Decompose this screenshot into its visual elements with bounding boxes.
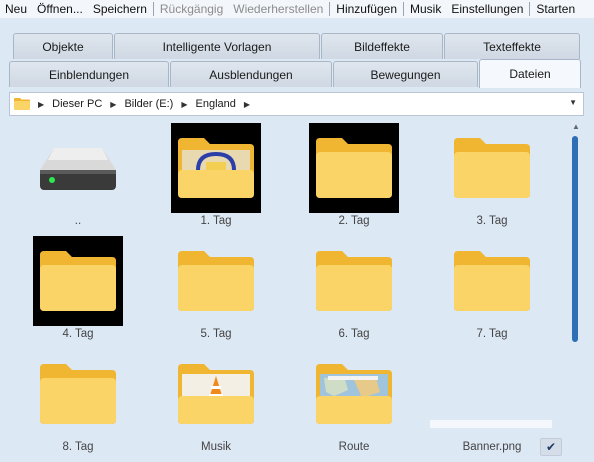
menu-add[interactable]: Hinzufügen <box>331 0 402 18</box>
file-label: Banner.png <box>462 441 522 453</box>
menu-undo[interactable]: Rückgängig <box>155 0 228 18</box>
tab-bewegungen[interactable]: Bewegungen <box>333 61 478 87</box>
file-item-2-tag[interactable]: 2. Tag <box>293 118 413 230</box>
file-item-3-tag[interactable]: 3. Tag <box>431 118 551 230</box>
tab-intelligente-vorlagen[interactable]: Intelligente Vorlagen <box>114 33 320 59</box>
folder-icon <box>171 236 261 326</box>
file-label: 1. Tag <box>200 215 232 227</box>
file-label: 4. Tag <box>62 328 94 340</box>
file-item-8-tag[interactable]: 8. Tag <box>17 344 137 456</box>
folder-icon <box>33 349 123 439</box>
folder-icon <box>14 98 30 110</box>
menu-settings[interactable]: Einstellungen <box>446 0 528 18</box>
file-label: Route <box>338 441 370 453</box>
menu-separator <box>329 2 331 16</box>
folder-vlc-icon <box>171 349 261 439</box>
file-item-route[interactable]: Route <box>293 344 413 456</box>
file-item-banner[interactable]: Banner.png <box>431 344 551 456</box>
scrollbar-thumb[interactable] <box>572 136 578 342</box>
breadcrumb-arrow-icon[interactable]: ▶ <box>244 100 250 109</box>
menu-bar: Neu Öffnen... Speichern Rückgängig Wiede… <box>0 0 594 18</box>
file-label: 2. Tag <box>338 215 370 227</box>
menu-new[interactable]: Neu <box>0 0 32 18</box>
breadcrumb-arrow-icon[interactable]: ▶ <box>110 100 116 109</box>
tab-texteffekte[interactable]: Texteffekte <box>444 33 580 59</box>
menu-redo[interactable]: Wiederherstellen <box>228 0 328 18</box>
breadcrumb-arrow-icon[interactable]: ▶ <box>38 100 44 109</box>
file-item-7-tag[interactable]: 7. Tag <box>431 231 551 343</box>
file-item-4-tag[interactable]: 4. Tag <box>17 231 137 343</box>
file-item-parent[interactable]: .. <box>17 118 137 230</box>
tab-objekte[interactable]: Objekte <box>13 33 113 59</box>
menu-save[interactable]: Speichern <box>88 0 152 18</box>
folder-icon <box>309 123 399 213</box>
breadcrumb-this-pc[interactable]: Dieser PC <box>52 98 102 110</box>
breadcrumb-arrow-icon[interactable]: ▶ <box>181 100 187 109</box>
file-label: 6. Tag <box>338 328 370 340</box>
file-label: 3. Tag <box>476 215 508 227</box>
vertical-scrollbar[interactable]: ▲ <box>568 118 584 462</box>
folder-icon <box>309 236 399 326</box>
tab-dateien[interactable]: Dateien <box>479 59 581 88</box>
menu-start[interactable]: Starten <box>531 0 580 18</box>
folder-icon <box>171 123 261 213</box>
chevron-down-icon[interactable]: ▼ <box>569 98 577 107</box>
folder-icon <box>447 236 537 326</box>
folder-map-icon <box>309 349 399 439</box>
select-checkbox[interactable]: ✔ <box>540 438 562 456</box>
breadcrumb-pictures-drive[interactable]: Bilder (E:) <box>124 98 173 110</box>
file-item-5-tag[interactable]: 5. Tag <box>155 231 275 343</box>
file-grid: .. 1. Tag 2. Tag 3. Tag 4. Tag 5. Tag 6.… <box>9 118 567 462</box>
menu-open[interactable]: Öffnen... <box>32 0 88 18</box>
tab-einblendungen[interactable]: Einblendungen <box>9 61 169 87</box>
banner-thumbnail <box>430 420 552 428</box>
file-item-1-tag[interactable]: 1. Tag <box>155 118 275 230</box>
folder-icon <box>447 123 537 213</box>
tab-strip: Objekte Intelligente Vorlagen Bildeffekt… <box>0 18 594 90</box>
file-item-musik[interactable]: Musik <box>155 344 275 456</box>
file-label: 7. Tag <box>476 328 508 340</box>
breadcrumb-england[interactable]: England <box>196 98 236 110</box>
file-item-6-tag[interactable]: 6. Tag <box>293 231 413 343</box>
address-bar[interactable]: ▶ Dieser PC ▶ Bilder (E:) ▶ England ▶ ▼ <box>9 92 584 116</box>
file-label: 5. Tag <box>200 328 232 340</box>
menu-music[interactable]: Musik <box>405 0 446 18</box>
tab-ausblendungen[interactable]: Ausblendungen <box>170 61 332 87</box>
scroll-up-arrow-icon[interactable]: ▲ <box>572 122 580 131</box>
file-label: 8. Tag <box>62 441 94 453</box>
menu-separator <box>529 2 531 16</box>
file-label: Musik <box>200 441 232 453</box>
drive-icon <box>33 123 123 213</box>
menu-separator <box>152 2 154 16</box>
file-label: .. <box>74 215 82 227</box>
checkmark-icon: ✔ <box>545 440 557 454</box>
tab-bildeffekte[interactable]: Bildeffekte <box>321 33 443 59</box>
folder-icon <box>33 236 123 326</box>
menu-separator <box>403 2 405 16</box>
